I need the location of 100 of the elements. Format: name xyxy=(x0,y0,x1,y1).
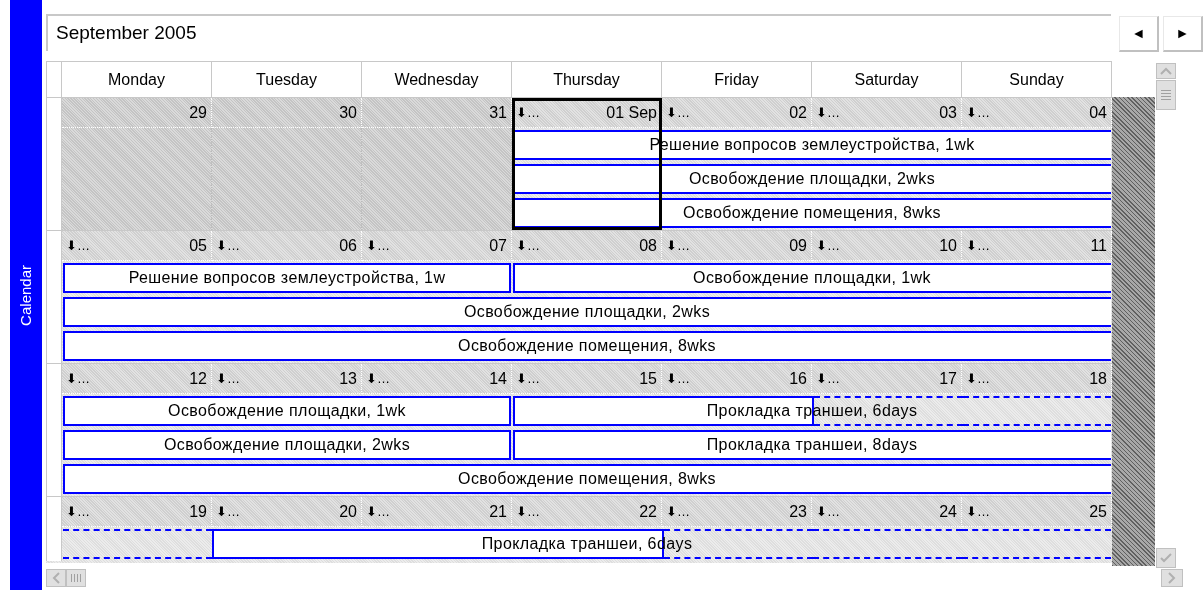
more-button[interactable]: ⬇… xyxy=(66,372,90,385)
scroll-down-button[interactable] xyxy=(1156,548,1176,568)
day-number: 18 xyxy=(1089,368,1107,389)
day-number: 07 xyxy=(489,235,507,256)
day-number: 11 xyxy=(1090,235,1107,256)
day-number: 16 xyxy=(789,368,807,389)
scroll-right-button[interactable] xyxy=(1161,569,1183,587)
day-header[interactable]: ⬇… 12 xyxy=(62,364,212,394)
nav-button[interactable]: ◄ xyxy=(1119,16,1159,52)
day-header[interactable]: 30 xyxy=(212,98,362,128)
more-button[interactable]: ⬇… xyxy=(966,505,990,518)
day-header[interactable]: ⬇… 25 xyxy=(962,497,1112,527)
day-header[interactable]: ⬇… 22 xyxy=(512,497,662,527)
more-button[interactable]: ⬇… xyxy=(816,239,840,252)
event-bar[interactable]: Освобождение помещения, 8wks xyxy=(63,464,1111,494)
event-bar[interactable]: Освобождение помещения, 8wks xyxy=(513,198,1111,228)
event-bar[interactable]: Освобождение площадки, 2wks xyxy=(63,297,1111,327)
day-header[interactable]: ⬇… 17 xyxy=(812,364,962,394)
caret-left-icon xyxy=(52,572,60,584)
day-header[interactable]: ⬇… 19 xyxy=(62,497,212,527)
day-header[interactable]: 31 xyxy=(362,98,512,128)
more-button[interactable]: ⬇… xyxy=(66,505,90,518)
day-number: 04 xyxy=(1089,102,1107,123)
more-button[interactable]: ⬇… xyxy=(666,239,690,252)
day-header[interactable]: ⬇… 21 xyxy=(362,497,512,527)
more-button[interactable]: ⬇… xyxy=(516,505,540,518)
scroll-left-button[interactable] xyxy=(46,569,66,587)
day-header[interactable]: ⬇… 24 xyxy=(812,497,962,527)
day-number: 06 xyxy=(339,235,357,256)
more-button[interactable]: ⬇… xyxy=(66,239,90,252)
day-number: 31 xyxy=(489,102,507,123)
day-header[interactable]: ⬇… 14 xyxy=(362,364,512,394)
day-header[interactable]: ⬇… 02 xyxy=(662,98,812,128)
day-header[interactable]: ⬇… 23 xyxy=(662,497,812,527)
day-header[interactable]: ⬇… 08 xyxy=(512,231,662,261)
day-number: 22 xyxy=(639,501,657,522)
more-button[interactable]: ⬇… xyxy=(516,239,540,252)
day-header[interactable]: ⬇… 16 xyxy=(662,364,812,394)
more-button[interactable]: ⬇… xyxy=(366,239,390,252)
day-header[interactable]: ⬇… 06 xyxy=(212,231,362,261)
day-number: 20 xyxy=(339,501,357,522)
more-button[interactable]: ⬇… xyxy=(516,372,540,385)
day-number: 01 Sep xyxy=(606,102,657,123)
more-button[interactable]: ⬇… xyxy=(366,372,390,385)
more-button[interactable]: ⬇… xyxy=(216,505,240,518)
day-number: 03 xyxy=(939,102,957,123)
day-header[interactable]: ⬇… 07 xyxy=(362,231,512,261)
more-button[interactable]: ⬇… xyxy=(966,106,990,119)
caret-up-icon xyxy=(1160,67,1172,75)
day-number: 15 xyxy=(639,368,657,389)
day-number: 09 xyxy=(789,235,807,256)
day-number: 30 xyxy=(339,102,357,123)
day-number: 14 xyxy=(489,368,507,389)
more-button[interactable]: ⬇… xyxy=(816,106,840,119)
more-button[interactable]: ⬇… xyxy=(666,372,690,385)
event-bar[interactable]: Прокладка траншеи, 8days xyxy=(513,430,1111,460)
sidebar-tab[interactable]: Calendar xyxy=(10,0,42,590)
scroll-thumb[interactable] xyxy=(1156,80,1176,110)
day-header[interactable]: ⬇… 13 xyxy=(212,364,362,394)
day-number: 24 xyxy=(939,501,957,522)
day-number: 02 xyxy=(789,102,807,123)
more-button[interactable]: ⬇… xyxy=(666,106,690,119)
more-button[interactable]: ⬇… xyxy=(816,505,840,518)
day-number: 08 xyxy=(639,235,657,256)
scroll-up-button[interactable] xyxy=(1156,63,1176,79)
day-header[interactable]: ⬇… 09 xyxy=(662,231,812,261)
day-header[interactable]: ⬇… 15 xyxy=(512,364,662,394)
more-button[interactable]: ⬇… xyxy=(366,505,390,518)
event-bar[interactable]: Освобождение площадки, 1wk xyxy=(513,263,1111,293)
nav-button[interactable]: ► xyxy=(1163,16,1203,52)
day-header[interactable]: ⬇… 05 xyxy=(62,231,212,261)
more-button[interactable]: ⬇… xyxy=(516,106,540,119)
day-number: 13 xyxy=(339,368,357,389)
day-header[interactable]: ⬇… 10 xyxy=(812,231,962,261)
day-header[interactable]: ⬇… 03 xyxy=(812,98,962,128)
event-bar[interactable]: Освобождение площадки, 1wk xyxy=(63,396,511,426)
day-header[interactable]: 29 xyxy=(62,98,212,128)
day-number: 19 xyxy=(189,501,207,522)
more-button[interactable]: ⬇… xyxy=(966,372,990,385)
more-button[interactable]: ⬇… xyxy=(216,372,240,385)
more-button[interactable]: ⬇… xyxy=(666,505,690,518)
day-header[interactable]: ⬇… 11 xyxy=(962,231,1112,261)
more-button[interactable]: ⬇… xyxy=(216,239,240,252)
more-button[interactable]: ⬇… xyxy=(966,239,990,252)
day-header[interactable]: ⬇… 18 xyxy=(962,364,1112,394)
day-number: 25 xyxy=(1089,501,1107,522)
event-bar[interactable]: Решение вопросов землеустройства, 1w xyxy=(63,263,511,293)
event-bar[interactable]: Освобождение помещения, 8wks xyxy=(63,331,1111,361)
event-bar[interactable]: Освобождение площадки, 2wks xyxy=(513,164,1111,194)
event-bar[interactable]: Освобождение площадки, 2wks xyxy=(63,430,511,460)
more-button[interactable]: ⬇… xyxy=(816,372,840,385)
day-number: 10 xyxy=(939,235,957,256)
day-number: 05 xyxy=(189,235,207,256)
month-title: September 2005 xyxy=(46,14,1111,51)
check-icon xyxy=(1160,553,1172,563)
day-number: 21 xyxy=(489,501,507,522)
scroll-thumb[interactable] xyxy=(66,569,86,587)
caret-right-icon xyxy=(1168,572,1176,584)
day-header[interactable]: ⬇… 04 xyxy=(962,98,1112,128)
day-header[interactable]: ⬇… 20 xyxy=(212,497,362,527)
